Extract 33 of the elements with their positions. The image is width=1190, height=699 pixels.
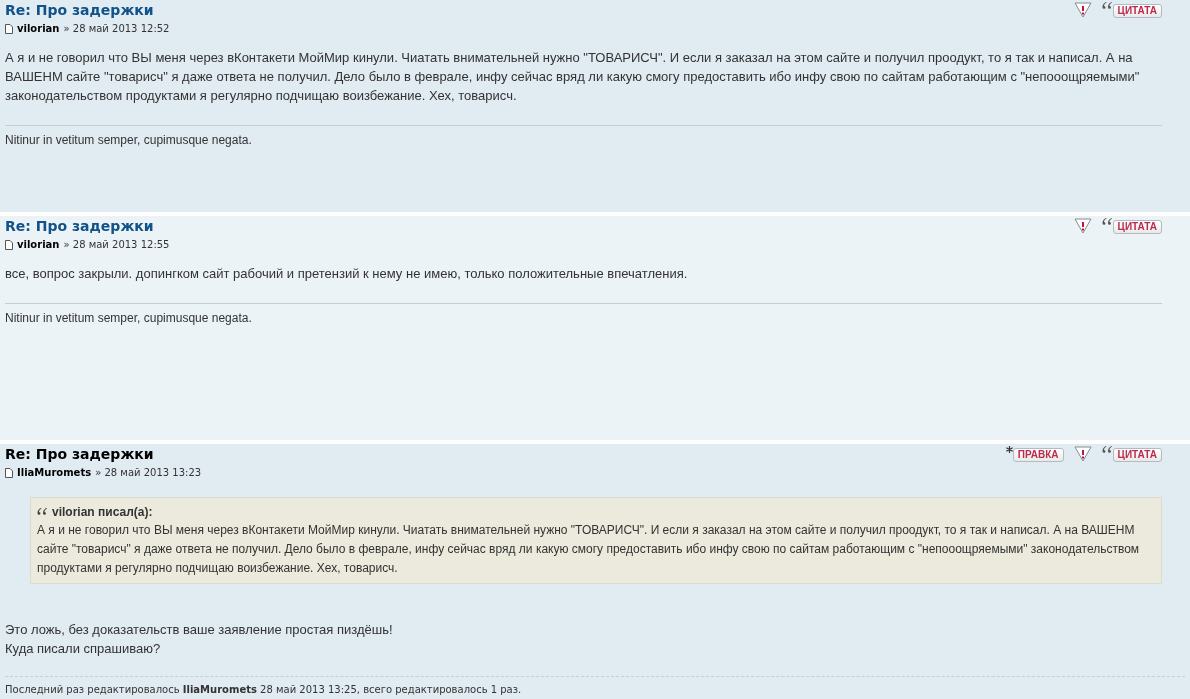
- author-link[interactable]: IliaMuromets: [17, 465, 92, 480]
- document-icon: [5, 467, 13, 478]
- post-text: Куда писали спрашиваю?: [5, 640, 162, 658]
- edit-button[interactable]: ПРАВКА: [1012, 448, 1064, 462]
- author-link[interactable]: vilorian: [17, 237, 60, 252]
- post-date: » 28 май 2013 12:52: [63, 22, 170, 36]
- report-icon[interactable]: [1073, 2, 1092, 18]
- quote-author: vilorian писал(а):: [52, 504, 153, 521]
- quote-button[interactable]: ЦИТАТА: [1112, 220, 1162, 234]
- post-date: » 28 май 2013 13:23: [95, 466, 202, 480]
- quote-text: А я и не говорил что ВЫ меня через вКонтакети МойМир кинули. Чиатать внимательней нужно "ТОВАРИСЧ". И если я заказал на этом сайте и получил проодукт, то я так и написал. А на ВАШЕНМ сайте "товарисч" я даже ответа не получил. Дело было в феврале, инфу сейчас вряд ли какую смогу предоставить ибо инфу свою по сайтам работающим с "непооощряемыми" законодательством продуктами я регулярно подчищаю воизбежание. Хех, товарисч.: [37, 522, 1141, 577]
- quote-mark-icon: [1101, 446, 1113, 454]
- post-title[interactable]: Re: Про задержки: [5, 217, 170, 235]
- report-icon[interactable]: [1073, 446, 1092, 462]
- post-date: » 28 май 2013 12:55: [63, 238, 170, 252]
- quote-mark-icon: [1101, 218, 1113, 226]
- quote-button[interactable]: ЦИТАТА: [1112, 448, 1162, 462]
- post-title[interactable]: Re: Про задержки: [5, 1, 170, 19]
- quote-button[interactable]: ЦИТАТА: [1112, 4, 1162, 18]
- post-text: А я и не говорил что ВЫ меня через вКонтакети МойМир кинули. Чиатать внимательней нужно "ТОВАРИСЧ". И если я заказал на этом сайте и получил проодукт, то я так и написал. А на ВАШЕНМ сайте "товарисч" я даже ответа не получил. Дело было в феврале, инфу сейчас вряд ли какую смогу предоставить ибо инфу свою по сайтам работающим с "непооощряемыми" законодательством продуктами я регулярно подчищаю воизбежание. Хех, товарисч.: [5, 49, 1141, 105]
- post-title: Re: Про задержки: [5, 445, 155, 463]
- document-icon: [5, 23, 13, 34]
- edit-notice: Последний раз редактировалось IliaMuromets 28 май 2013 13:25, всего редактировалось 1 раз.: [5, 683, 523, 697]
- quote-mark-icon: [1101, 2, 1113, 10]
- signature-text: Nitinur in vetitum semper, cupimusque negata.: [5, 132, 253, 149]
- author-link[interactable]: vilorian: [17, 21, 60, 36]
- document-icon: [5, 239, 13, 250]
- post-text: Это ложь, без доказательств ваше заявление простая пиздёшь!: [5, 621, 394, 639]
- asterisk-icon: [1005, 446, 1013, 453]
- report-icon[interactable]: [1073, 218, 1092, 234]
- post-text: все, вопрос закрыли. допингком сайт рабочий и претензий к нему не имею, только положительные впечатления.: [5, 265, 689, 283]
- signature-text: Nitinur in vetitum semper, cupimusque negata.: [5, 310, 253, 327]
- quote-mark-icon: [37, 508, 48, 516]
